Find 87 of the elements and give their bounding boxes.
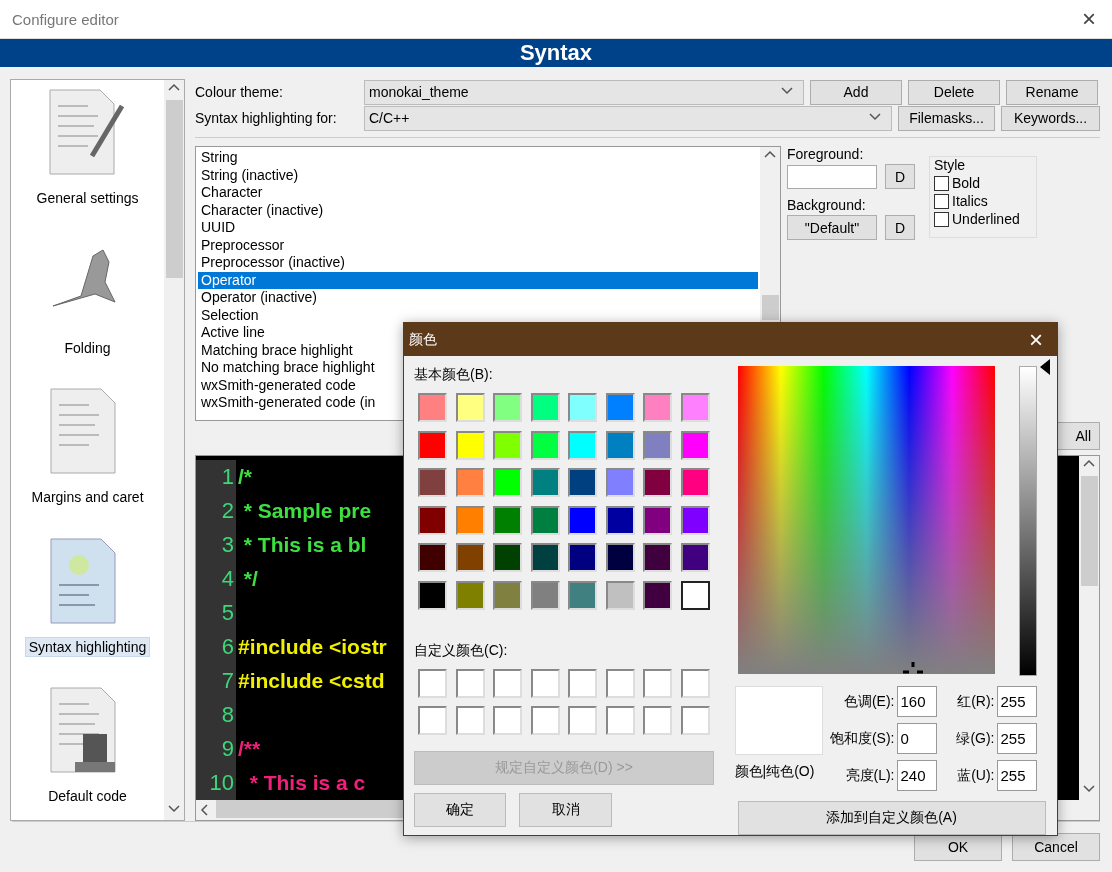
checkbox[interactable] bbox=[934, 211, 949, 227]
crosshair-icon bbox=[902, 662, 923, 674]
style-item[interactable]: UUID bbox=[198, 219, 758, 237]
code-line: * This is a bl bbox=[242, 532, 368, 558]
theme-button[interactable]: Add bbox=[810, 79, 902, 105]
color-spectrum[interactable] bbox=[737, 366, 995, 674]
value-field[interactable]: 240 bbox=[896, 760, 937, 791]
sidebar-item[interactable]: Margins and caret bbox=[27, 487, 148, 508]
code-line: * This is a c bbox=[248, 770, 367, 796]
value-label: 红(R): bbox=[956, 692, 995, 711]
line-number: 4 bbox=[220, 565, 235, 593]
scroll-thumb[interactable] bbox=[761, 295, 779, 321]
checkbox-label: Bold bbox=[952, 175, 981, 192]
checkbox[interactable] bbox=[934, 175, 949, 191]
preview-label: 颜色|纯色(O) bbox=[734, 763, 816, 781]
cancel-button[interactable]: 取消 bbox=[519, 793, 612, 827]
value-label: 亮度(L): bbox=[844, 766, 895, 785]
line-number: 6 bbox=[220, 633, 235, 661]
style-item[interactable]: Character bbox=[198, 184, 758, 202]
checkbox[interactable] bbox=[934, 193, 949, 209]
checkbox-label: Italics bbox=[952, 193, 988, 210]
value-label: 蓝(U): bbox=[956, 766, 995, 785]
code-line: */ bbox=[242, 566, 259, 592]
dialog-button[interactable]: Cancel bbox=[1012, 833, 1100, 861]
section-header: Syntax bbox=[0, 39, 1112, 67]
ok-button[interactable]: 确定 bbox=[414, 793, 506, 827]
language-label: Syntax highlighting for: bbox=[195, 110, 338, 127]
line-number: 5 bbox=[220, 599, 235, 627]
scroll-thumb[interactable] bbox=[1080, 476, 1098, 586]
code-line: /* bbox=[238, 464, 253, 490]
value-label: 色调(E): bbox=[842, 692, 895, 711]
sidebar-item[interactable]: General settings bbox=[32, 188, 143, 208]
line-number: 2 bbox=[220, 497, 235, 525]
line-number: 3 bbox=[220, 531, 235, 559]
checkbox-label: Underlined bbox=[952, 211, 1020, 228]
language-dropdown[interactable]: C/C++ bbox=[364, 105, 892, 131]
value-field[interactable]: 255 bbox=[996, 723, 1037, 754]
close-button[interactable]: × bbox=[1023, 325, 1049, 354]
dialog-title: 颜色 bbox=[409, 330, 437, 349]
style-item[interactable]: String bbox=[198, 149, 758, 167]
line-number: 1 bbox=[220, 463, 235, 491]
foreground-field[interactable] bbox=[787, 164, 877, 189]
theme-button[interactable]: Rename bbox=[1006, 79, 1098, 105]
code-line: #include <cstd bbox=[238, 668, 386, 694]
scroll-thumb[interactable] bbox=[165, 100, 183, 278]
theme-dropdown[interactable]: monokai_theme bbox=[364, 79, 804, 105]
style-item[interactable]: Character (inactive) bbox=[198, 201, 758, 220]
style-item[interactable]: Operator (inactive) bbox=[198, 289, 758, 307]
theme-button[interactable]: Delete bbox=[908, 79, 1000, 105]
value-field[interactable]: 160 bbox=[896, 686, 937, 717]
line-number: 9 bbox=[220, 735, 235, 763]
add-custom-color-button[interactable]: 添加到自定义颜色(A) bbox=[737, 801, 1046, 835]
code-line: #include <iostr bbox=[238, 634, 387, 660]
basic-colors-label: 基本颜色(B): bbox=[414, 366, 494, 384]
scrollbar[interactable] bbox=[164, 80, 184, 820]
foreground-label: Foreground: bbox=[787, 146, 865, 163]
value-field[interactable]: 255 bbox=[996, 686, 1037, 717]
group-title: Style bbox=[934, 157, 967, 174]
sidebar-item[interactable]: Default code bbox=[44, 786, 131, 807]
code-line: * Sample pre bbox=[242, 498, 373, 524]
line-number: 8 bbox=[220, 701, 235, 729]
theme-label: Colour theme: bbox=[195, 84, 284, 101]
style-item[interactable]: String (inactive) bbox=[198, 166, 758, 185]
value-field[interactable]: 0 bbox=[896, 723, 937, 754]
luminance-arrow[interactable] bbox=[1039, 359, 1050, 375]
reset-button[interactable]: D bbox=[885, 215, 915, 241]
line-number: 7 bbox=[220, 667, 235, 695]
value-label: 绿(G): bbox=[955, 729, 995, 748]
language-button[interactable]: Filemasks... bbox=[898, 105, 995, 131]
sidebar-item[interactable]: Folding bbox=[60, 337, 115, 358]
value-field[interactable]: 255 bbox=[996, 760, 1037, 791]
background-button[interactable]: "Default" bbox=[787, 215, 877, 241]
sidebar-item[interactable]: Syntax highlighting bbox=[24, 636, 151, 657]
language-button[interactable]: Keywords... bbox=[1001, 105, 1100, 131]
background-label: Background: bbox=[787, 197, 867, 214]
style-item[interactable]: Preprocessor bbox=[198, 236, 758, 255]
reset-button[interactable]: D bbox=[885, 164, 915, 190]
close-button[interactable]: × bbox=[1078, 5, 1100, 33]
value-label: 饱和度(S): bbox=[828, 729, 895, 748]
style-item[interactable]: Preprocessor (inactive) bbox=[198, 254, 758, 272]
custom-colors-label: 自定义颜色(C): bbox=[414, 641, 509, 660]
line-number: 10 bbox=[208, 769, 235, 797]
window-title: Configure editor bbox=[12, 10, 119, 28]
color-swatch[interactable] bbox=[680, 580, 710, 610]
style-item[interactable]: Operator bbox=[198, 271, 758, 290]
code-line: /** bbox=[238, 736, 262, 762]
style-item[interactable]: Selection bbox=[198, 306, 758, 325]
